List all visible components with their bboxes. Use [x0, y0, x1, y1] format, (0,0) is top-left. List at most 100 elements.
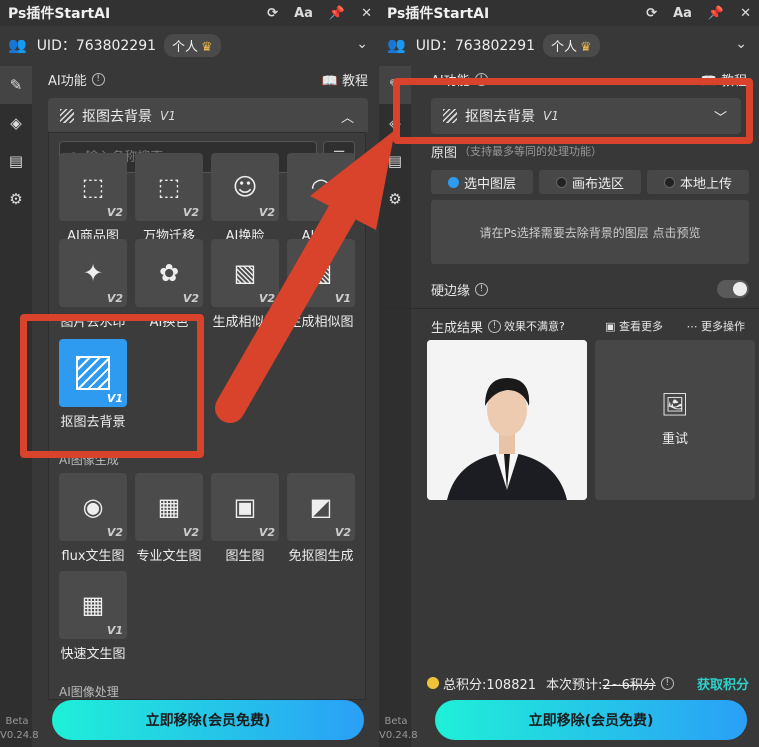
radio-canvas-selection[interactable]: 画布选区	[539, 170, 641, 194]
font-size-icon[interactable]: Aa	[294, 6, 313, 21]
similar-image-icon: ▧ V2	[211, 239, 279, 307]
points-total: 总积分:108821	[443, 677, 537, 693]
left-panel: Ps插件StartAI ⟳ Aa 📌 ✕ 👥 UID：763802291 个人 ♛…	[0, 0, 380, 747]
function-version: V1	[160, 109, 176, 123]
section-header: AI功能 ! 📖 教程	[48, 66, 380, 92]
sidebar-notes-icon[interactable]: ▤	[379, 142, 411, 180]
func-item[interactable]: ◩ V2 免抠图生成	[287, 473, 355, 564]
radio-selected-layer[interactable]: 选中图层	[431, 170, 533, 194]
palette-icon: ✿ V2	[135, 239, 203, 307]
sidebar: ✎ ◈ ▤ ⚙ Beta V0.24.8	[379, 66, 418, 747]
info-icon[interactable]: !	[475, 282, 489, 296]
func-item[interactable]: ◉ V2 flux文生图	[59, 473, 127, 564]
flux-icon: ◉ V2	[59, 473, 127, 541]
watermark-icon: ✦ V2	[59, 239, 127, 307]
func-item[interactable]: ▧ V2 生成相似图	[211, 239, 279, 330]
account-badge[interactable]: 个人 ♛	[543, 33, 600, 57]
title-bar: Ps插件StartAI ⟳ Aa 📌 ✕	[379, 0, 759, 26]
sidebar-layers-icon[interactable]: ◈	[0, 104, 32, 142]
product-icon: ⬚ V2	[59, 153, 127, 221]
users-icon: 👥	[387, 36, 406, 54]
close-icon[interactable]: ✕	[740, 6, 751, 21]
retry-label: 重试	[661, 432, 688, 447]
user-bar: 👥 UID：763802291 个人 ♛ ⌄	[379, 28, 759, 62]
func-item[interactable]: ▦ V1 快速文生图	[59, 571, 127, 662]
info-icon[interactable]: !	[488, 319, 502, 333]
similar-image-icon: ▧ V1	[287, 239, 355, 307]
migrate-icon: ⬚ V2	[135, 153, 203, 221]
sidebar-settings-icon[interactable]: ⚙	[0, 180, 32, 218]
user-bar: 👥 UID：763802291 个人 ♛ ⌄	[0, 28, 380, 62]
face-swap-icon: ☺ V2	[211, 153, 279, 221]
uid-label: UID：763802291	[36, 38, 157, 54]
remove-button[interactable]: 立即移除(会员免费)	[435, 700, 747, 740]
tutorial-link[interactable]: 📖 教程	[322, 70, 368, 89]
function-name: 抠图去背景	[82, 109, 152, 125]
grid-row-5: ▦ V1 快速文生图	[59, 571, 359, 662]
hard-edge-toggle[interactable]	[717, 280, 749, 298]
func-item[interactable]: ⬚ V2 AI商品图	[59, 153, 127, 244]
source-radio-group: 选中图层 画布选区 本地上传	[431, 170, 749, 194]
portrait-photo	[427, 340, 587, 500]
grid-row-4: ◉ V2 flux文生图 ▦ V2 专业文生图 ▣ V2 图生图 ◩ V2 免抠图生成	[59, 473, 359, 564]
more-ops-link[interactable]: ⋯ 更多操作	[687, 318, 746, 334]
version-info: Beta V0.24.8	[379, 716, 418, 741]
result-cards: 🖼 重试	[427, 340, 755, 500]
crown-icon: ♛	[201, 39, 213, 55]
image-to-image-icon: ▣ V2	[211, 473, 279, 541]
annotation-highlight	[20, 314, 204, 458]
hard-edge-label: 硬边缘	[431, 283, 471, 299]
func-item[interactable]: ⬚ V2 万物迁移	[135, 153, 203, 244]
func-item[interactable]: ▣ V2 图生图	[211, 473, 279, 564]
pin-icon[interactable]: 📌	[708, 6, 724, 21]
right-panel: Ps插件StartAI ⟳ Aa 📌 ✕ 👥 UID：763802291 个人 ♛…	[379, 0, 759, 747]
group-label: AI图像处理	[59, 685, 119, 699]
pin-icon[interactable]: 📌	[329, 6, 345, 21]
app-title: Ps插件StartAI	[387, 6, 490, 22]
points-bar: 总积分:108821 本次预计: 2~6积分 ! 获取积分	[427, 672, 753, 694]
annotation-highlight	[393, 78, 753, 144]
chevron-down-icon[interactable]: ⌄	[735, 36, 747, 52]
chevron-down-icon[interactable]: ⌄	[356, 36, 368, 52]
broken-image-icon: 🖼	[661, 393, 689, 418]
info-icon[interactable]: !	[660, 676, 674, 690]
func-item[interactable]: ◠ V2 AI模特	[287, 153, 355, 244]
account-badge[interactable]: 个人 ♛	[164, 33, 221, 57]
no-cutout-icon: ◩ V2	[287, 473, 355, 541]
func-item[interactable]: ▧ V1 生成相似图	[287, 239, 355, 330]
model-icon: ◠ V2	[287, 153, 355, 221]
window-controls: ⟳ Aa 📌 ✕	[267, 0, 372, 26]
preview-area[interactable]: 请在Ps选择需要去除背景的图层 点击预览	[431, 200, 749, 264]
func-item[interactable]: ▦ V2 专业文生图	[135, 473, 203, 564]
cutout-icon	[60, 109, 74, 123]
sidebar-edit-icon[interactable]: ✎	[0, 66, 32, 104]
window-controls: ⟳ Aa 📌 ✕	[646, 0, 751, 26]
function-selector[interactable]: 抠图去背景 V1 ︿	[48, 98, 368, 134]
unsatisfied-link[interactable]: 效果不满意?	[504, 318, 565, 334]
info-icon[interactable]: !	[91, 72, 105, 86]
coin-icon	[427, 677, 439, 689]
func-item[interactable]: ☺ V2 AI换脸	[211, 153, 279, 244]
version-info: Beta V0.24.8	[0, 716, 39, 741]
remove-button[interactable]: 立即移除(会员免费)	[52, 700, 364, 740]
result-label: 生成结果	[431, 320, 484, 336]
sidebar-notes-icon[interactable]: ▤	[0, 142, 32, 180]
font-size-icon[interactable]: Aa	[673, 6, 692, 21]
users-icon: 👥	[8, 36, 27, 54]
retry-card[interactable]: 🖼 重试	[595, 340, 755, 500]
get-points-link[interactable]: 获取积分	[697, 674, 749, 693]
radio-local-upload[interactable]: 本地上传	[647, 170, 749, 194]
source-hint: （支持最多等同的处理功能）	[459, 145, 603, 158]
result-image-card[interactable]	[427, 340, 587, 500]
close-icon[interactable]: ✕	[361, 6, 372, 21]
refresh-icon[interactable]: ⟳	[267, 6, 278, 21]
title-bar: Ps插件StartAI ⟳ Aa 📌 ✕	[0, 0, 380, 26]
uid-label: UID：763802291	[415, 38, 536, 54]
fast-text-image-icon: ▦ V1	[59, 571, 127, 639]
refresh-icon[interactable]: ⟳	[646, 6, 657, 21]
view-more-link[interactable]: ▣ 查看更多	[605, 318, 663, 334]
crown-icon: ♛	[580, 39, 592, 55]
sidebar-settings-icon[interactable]: ⚙	[379, 180, 411, 218]
section-title: AI功能	[48, 73, 87, 89]
points-range: 2~6积分	[602, 677, 656, 693]
